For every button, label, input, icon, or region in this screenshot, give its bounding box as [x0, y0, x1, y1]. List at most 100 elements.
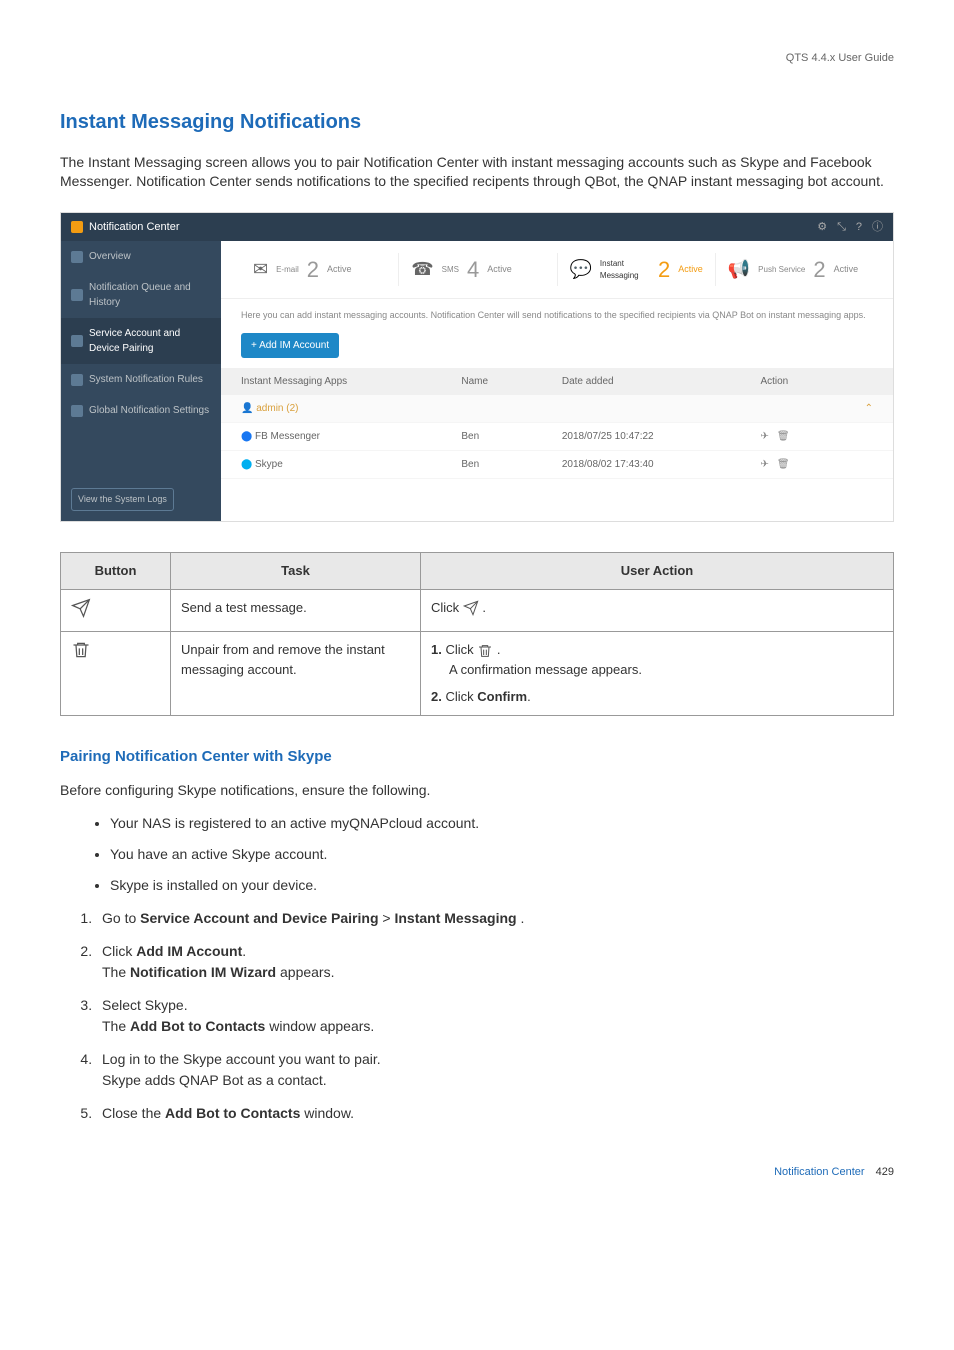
col-apps: Instant Messaging Apps [221, 368, 441, 395]
step-bold: Instant Messaging [394, 910, 516, 926]
stat-num: 4 [467, 253, 479, 286]
page-number: 429 [876, 1166, 894, 1178]
screen-description: Here you can add instant messaging accou… [221, 299, 893, 333]
stat-im[interactable]: 💬 Instant Messaging 2 Active [558, 253, 716, 286]
table-group-row[interactable]: 👤 admin (2) ⌃ [221, 395, 893, 423]
stat-sub: Push Service [758, 264, 805, 276]
help-icon[interactable]: ? [856, 219, 862, 236]
info-icon[interactable]: ⓘ [872, 219, 883, 236]
collapse-caret-icon[interactable]: ⌃ [845, 395, 893, 423]
action-bold: Confirm [477, 689, 527, 704]
stat-sms[interactable]: ☎ SMS 4 Active [399, 253, 557, 286]
push-icon: 📢 [728, 256, 750, 283]
action-text: . [527, 689, 531, 704]
action-text: . [497, 642, 501, 657]
step-text: Select Skype. [102, 997, 188, 1013]
prerequisites-list: Your NAS is registered to an active myQN… [60, 813, 894, 896]
sidebar-item-label: Service Account and Device Pairing [89, 326, 211, 356]
minimize-icon[interactable]: ⤡ [837, 219, 846, 236]
send-test-icon[interactable]: ✈ [760, 429, 768, 444]
sidebar-item-rules[interactable]: System Notification Rules [61, 364, 221, 395]
step-text: Go to [102, 910, 140, 926]
sidebar: Overview Notification Queue and History … [61, 241, 221, 521]
table-row: ⬤ Skype Ben 2018/08/02 17:43:40 ✈🗑 [221, 450, 893, 478]
list-item: You have an active Skype account. [110, 844, 894, 865]
gear-icon[interactable]: ⚙ [817, 219, 827, 236]
table-row: Unpair from and remove the instant messa… [61, 632, 894, 716]
stat-num: 2 [307, 253, 319, 286]
email-icon: ✉ [253, 256, 268, 283]
step-bold: Add Bot to Contacts [165, 1105, 300, 1121]
group-label: admin (2) [256, 403, 298, 414]
stat-label: Active [678, 263, 703, 277]
stats-row: ✉ E-mail 2 Active ☎ SMS 4 Active 💬 Insta… [221, 241, 893, 299]
sidebar-item-global[interactable]: Global Notification Settings [61, 395, 221, 426]
stat-num: 2 [658, 253, 670, 286]
action-text: . [482, 600, 486, 615]
window-title: Notification Center [89, 219, 180, 236]
stat-email[interactable]: ✉ E-mail 2 Active [241, 253, 399, 286]
delete-icon[interactable]: 🗑 [777, 457, 790, 472]
stat-sub: SMS [442, 264, 459, 276]
view-system-logs-button[interactable]: View the System Logs [71, 488, 174, 512]
step-bold: Add IM Account [136, 943, 242, 959]
step-item: Click Add IM Account. The Notification I… [96, 941, 894, 983]
cell-action: Click . [421, 589, 894, 632]
stat-label: Active [487, 263, 512, 277]
sidebar-item-label: Overview [89, 249, 131, 264]
send-test-button-icon [61, 589, 171, 632]
chart-icon [71, 251, 83, 263]
cell-date: 2018/07/25 10:47:22 [542, 422, 741, 450]
sidebar-item-overview[interactable]: Overview [61, 241, 221, 272]
step-item: Close the Add Bot to Contacts window. [96, 1103, 894, 1124]
subsection-intro: Before configuring Skype notifications, … [60, 780, 894, 801]
step-bold: Add Bot to Contacts [130, 1018, 265, 1034]
steps-list: Go to Service Account and Device Pairing… [60, 908, 894, 1124]
sms-icon: ☎ [411, 256, 433, 283]
list-item: Your NAS is registered to an active myQN… [110, 813, 894, 834]
rules-icon [71, 374, 83, 386]
step-text: window. [300, 1105, 354, 1121]
col-user-action: User Action [421, 553, 894, 590]
delete-icon[interactable]: 🗑 [777, 429, 790, 444]
stat-num: 2 [813, 253, 825, 286]
stat-push[interactable]: 📢 Push Service 2 Active [716, 253, 873, 286]
sidebar-item-label: Notification Queue and History [89, 280, 211, 310]
action-text: Click [431, 600, 463, 615]
table-row: Send a test message. Click . [61, 589, 894, 632]
action-text: Click [445, 689, 477, 704]
step-text: The [102, 964, 130, 980]
sidebar-item-label: System Notification Rules [89, 372, 203, 387]
list-item: Skype is installed on your device. [110, 875, 894, 896]
action-text: Click [445, 642, 477, 657]
delete-button-icon [61, 632, 171, 716]
action-text: A confirmation message appears. [449, 660, 642, 680]
pairing-icon [71, 335, 83, 347]
chat-icon: 💬 [570, 256, 592, 283]
col-name: Name [441, 368, 542, 395]
step-text: Close the [102, 1105, 165, 1121]
footer-section: Notification Center [774, 1166, 865, 1178]
cell-date: 2018/08/02 17:43:40 [542, 450, 741, 478]
step-text: Log in to the Skype account you want to … [102, 1051, 381, 1067]
app-screenshot: Notification Center ⚙ ⤡ ? ⓘ Overview Not… [60, 212, 894, 523]
step-text: . [242, 943, 246, 959]
step-bold: Notification IM Wizard [130, 964, 276, 980]
stat-sub: E-mail [276, 264, 299, 276]
send-test-icon[interactable]: ✈ [760, 457, 768, 472]
im-accounts-table: Instant Messaging Apps Name Date added A… [221, 368, 893, 479]
step-text: . [517, 910, 525, 926]
step-text: window appears. [265, 1018, 374, 1034]
bell-icon [71, 221, 83, 233]
step-number: 2. [431, 689, 442, 704]
delete-icon-inline [477, 643, 493, 659]
cell-action: 1. Click . A confirmation message appear… [421, 632, 894, 716]
sidebar-item-queue[interactable]: Notification Queue and History [61, 272, 221, 318]
section-intro: The Instant Messaging screen allows you … [60, 153, 894, 192]
table-row: ⬤ FB Messenger Ben 2018/07/25 10:47:22 ✈… [221, 422, 893, 450]
step-item: Log in to the Skype account you want to … [96, 1049, 894, 1091]
sidebar-item-pairing[interactable]: Service Account and Device Pairing [61, 318, 221, 364]
add-im-account-button[interactable]: + Add IM Account [241, 333, 339, 358]
queue-icon [71, 289, 83, 301]
cell-task: Send a test message. [171, 589, 421, 632]
